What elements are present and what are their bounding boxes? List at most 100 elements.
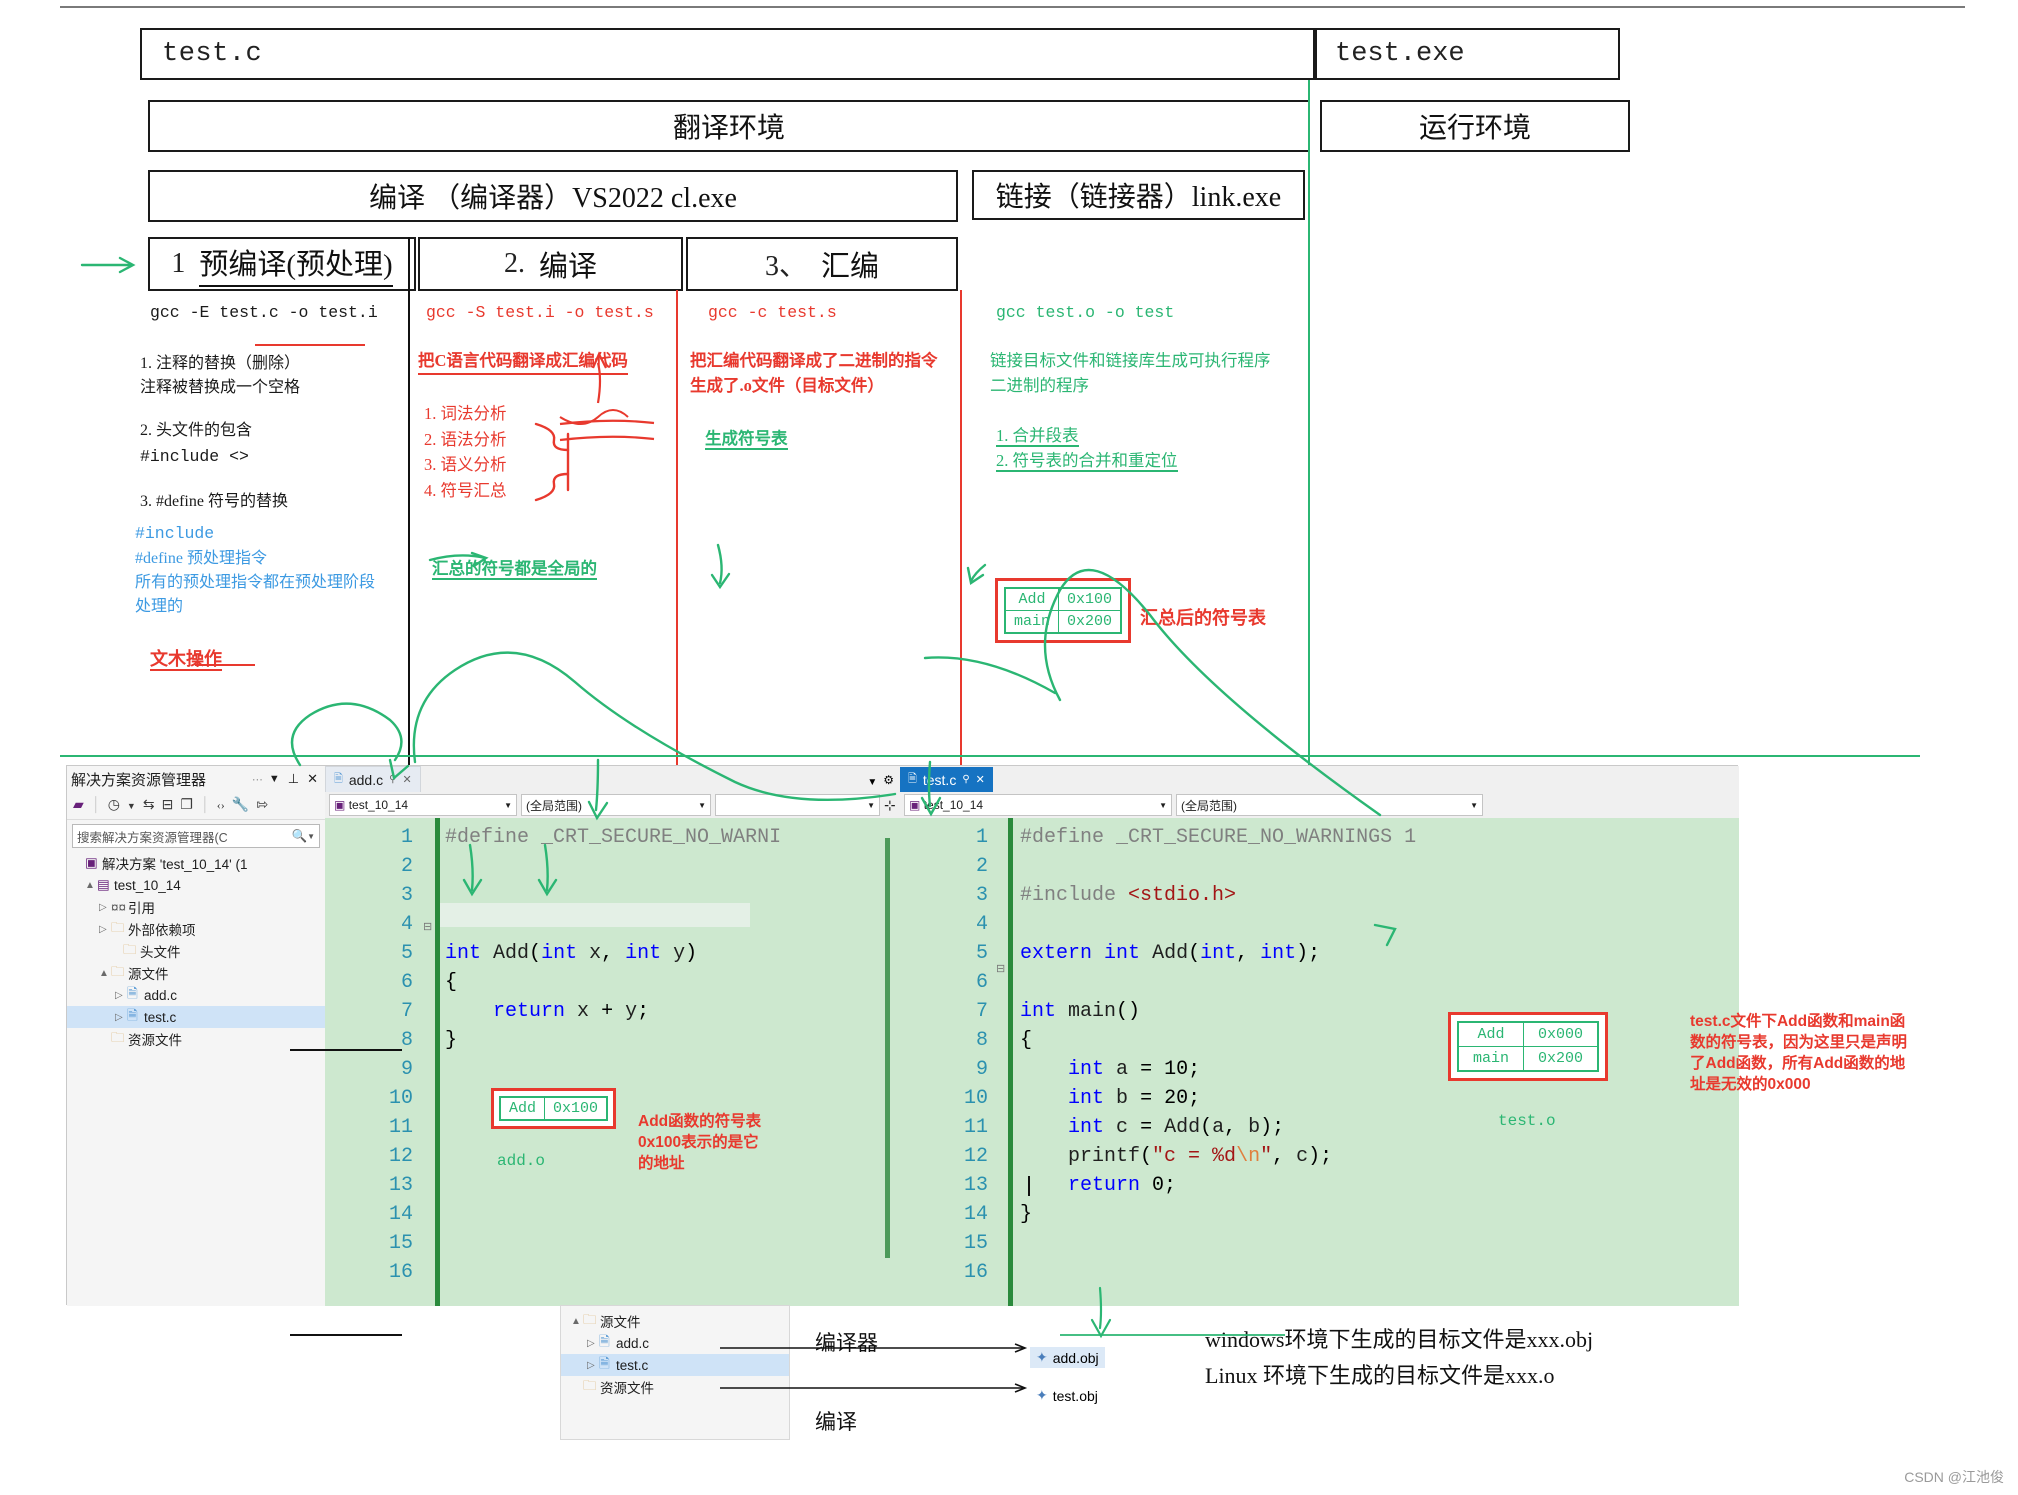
flow-box-runtime-env: 运行环境 [1320,100,1630,152]
obj-file-2: ✦ test.obj [1030,1385,1104,1406]
chevron-down-icon[interactable]: ▼ [867,801,875,810]
gear-icon[interactable]: ⚙ [883,773,900,792]
solution-tree: ▣ 解决方案 'test_10_14' (1 ▲ ▤ test_10_14 ▷ … [67,852,325,1050]
member-combo[interactable]: ▼ [715,794,880,816]
col1-line3: 2. 头文件的包含 [140,422,253,440]
bottom-tree-item-resources[interactable]: 🗀 资源文件 [561,1376,789,1398]
line-number: 5 [975,942,988,965]
line-number: 4 [400,913,413,936]
home-icon[interactable]: ▰ [73,797,84,814]
code-icon[interactable]: ‹› [217,798,225,813]
expander-icon[interactable]: ▷ [587,1338,599,1349]
line-number: 1 [975,826,988,849]
tree-item-test-c[interactable]: ▷ 🗎 test.c [67,1006,325,1028]
sym-name: Add [1457,1021,1525,1047]
tree-item-external-deps[interactable]: ▷ 🗀 外部依赖项 [67,918,325,940]
expander-icon[interactable]: ▲ [85,880,97,891]
tree-item-references[interactable]: ▷ ¤¤ 引用 [67,896,325,918]
collapse-marker[interactable]: ⊟ [996,962,1005,975]
collapse-icon[interactable]: ⊟ [162,797,174,814]
properties-icon[interactable]: 🔧 [232,797,249,814]
scope-combo-project[interactable]: ▣ test_10_14 ▼ [329,794,517,816]
col4-command: gcc test.o -o test [996,303,1175,322]
tree-label: test.c [144,1009,177,1025]
tree-label: 资源文件 [600,1381,654,1396]
col2-command: gcc -S test.i -o test.s [426,303,654,322]
tab-test-c[interactable]: 🗎 test.c ⚲ ✕ [900,767,993,792]
stage2-num: 2. [503,248,525,279]
chevron-down-icon[interactable]: ▼ [307,832,315,841]
bottom-tree-item-add-c[interactable]: ▷ 🗎 add.c [561,1332,789,1354]
add-note-line2: 0x100表示的是它 [638,1133,759,1151]
c-file-icon: 🗎 [599,1355,610,1371]
scope-combo-project[interactable]: ▣ test_10_14 ▼ [904,794,1172,816]
sync-icon[interactable]: ⇆ [143,797,155,814]
chevron-down-icon[interactable]: ▼ [1159,801,1167,810]
chevron-down-icon[interactable]: ▼ [698,801,706,810]
search-icon[interactable]: 🔍 [292,829,308,844]
bottom-note-line2: Linux 环境下生成的目标文件是xxx.o [1205,1363,1555,1388]
expander-icon[interactable]: ▲ [99,968,111,979]
search-input[interactable]: 搜索解决方案资源管理器(C 🔍 ▼ [72,824,320,848]
expander-icon[interactable]: ▷ [99,902,111,913]
close-icon[interactable]: ✕ [976,773,985,786]
chevron-down-icon[interactable]: ▼ [504,801,512,810]
pin-icon[interactable]: ⚲ [389,774,396,785]
tree-item-add-c[interactable]: ▷ 🗎 add.c [67,984,325,1006]
col4-desc-2: 二进制的程序 [990,376,1089,396]
code-line: int b = 20; [1068,1087,1201,1110]
chevron-down-icon[interactable]: ▼ [867,777,883,792]
pin-icon[interactable]: ⚲ [962,774,969,785]
line-number: 8 [400,1029,413,1052]
sym-addr: 0x000 [1523,1021,1599,1047]
close-icon[interactable]: ✕ [402,773,411,786]
close-icon[interactable]: ✕ [307,771,318,787]
col2-item-2: 2. 语法分析 [424,429,507,449]
show-all-icon[interactable]: ⇰ [256,797,268,814]
tab-add-c[interactable]: 🗎 add.c ⚲ ✕ [325,766,421,792]
col1-content: gcc -E test.c -o test.i 1. 注释的替换（删除） 注释被… [140,300,400,514]
col4-content: gcc test.o -o test 链接目标文件和链接库生成可执行程序 二进制… [990,300,1310,474]
tree-item-project[interactable]: ▲ ▤ test_10_14 [67,874,325,896]
tree-item-headers[interactable]: 🗀 头文件 [67,940,325,962]
test-note-line4: 址是无效的0x000 [1690,1075,1811,1093]
scope-combo-global[interactable]: (全局范围) ▼ [1176,794,1483,816]
expander-icon[interactable]: ▷ [115,990,127,1001]
pin-icon[interactable]: ⊥ [288,771,299,787]
tree-item-resources[interactable]: 🗀 资源文件 [67,1028,325,1050]
flow-box-source: test.c [140,28,1315,80]
col4-item-2-text: 2. 符号表的合并和重定位 [996,451,1178,473]
history-icon[interactable]: ◷ [108,797,120,814]
code-line: } [445,1029,458,1052]
bottom-tree-item-test-c[interactable]: ▷ 🗎 test.c [561,1354,789,1376]
chevron-down-icon[interactable]: ▼ [127,801,136,811]
col1-blue-note: #include #define 预处理指令 所有的预处理指令都在预处理阶段 处… [135,522,410,619]
expander-icon[interactable]: ▷ [115,1012,127,1023]
split-icon[interactable]: ⊹ [884,797,896,814]
expander-icon[interactable]: ▲ [571,1316,583,1327]
line-number: 2 [975,855,988,878]
collapse-marker[interactable]: ⊟ [423,920,432,933]
scope-combo-global[interactable]: (全局范围) ▼ [521,794,711,816]
obj-file-1-label: add.obj [1052,1349,1099,1366]
expander-icon[interactable]: ▷ [587,1360,599,1371]
divider-col1 [408,237,410,772]
merged-symbol-label: 汇总后的符号表 [1140,608,1266,628]
tree-item-solution[interactable]: ▣ 解决方案 'test_10_14' (1 [67,852,325,874]
tabbar-test-c: 🗎 test.c ⚲ ✕ [900,766,1739,792]
line-number: 6 [975,971,988,994]
tree-item-sources[interactable]: ▲ 🗀 源文件 [67,962,325,984]
line-number: 11 [963,1116,988,1139]
bottom-tree-item-sources[interactable]: ▲ 🗀 源文件 [561,1310,789,1332]
chevron-down-icon[interactable]: ▼ [1470,801,1478,810]
c-file-icon: 🗎 [127,1007,138,1023]
test-symtab-note: test.c文件下Add函数和main函 数的符号表，因为这里只是声明 了Add… [1690,1012,2018,1096]
col1-line5: 3. #define 符号的替换 [140,492,288,510]
col1-line1: 1. 注释的替换（删除） [140,354,301,372]
copy-icon[interactable]: ❐ [180,797,193,814]
chevron-down-icon[interactable]: ▼ [269,773,280,785]
code-area-test-c[interactable]: 1 2 3 4 5 6 7 8 9 10 11 12 13 14 15 16 #define _CRT_SEC… [900,818,1739,1306]
more-icon[interactable]: ⋯ [252,773,263,786]
code-area-add-c[interactable]: 1 2 3 4 5 6 7 8 9 10 11 12 13 14 15 16 #define _CRT_SEC… [325,818,900,1306]
expander-icon[interactable]: ▷ [99,924,111,935]
